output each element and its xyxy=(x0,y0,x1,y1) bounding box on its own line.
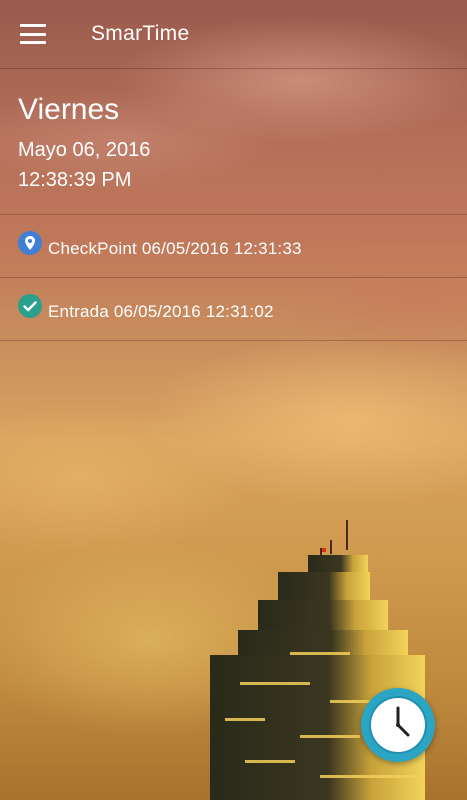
location-pin-icon xyxy=(18,231,42,255)
clock-icon xyxy=(369,696,427,754)
hamburger-menu-icon[interactable] xyxy=(20,24,46,44)
app-title: SmarTime xyxy=(91,22,190,45)
current-time: 12:38:39 PM xyxy=(18,169,132,191)
current-date: Mayo 06, 2016 xyxy=(18,139,151,161)
checkmark-icon xyxy=(18,294,42,318)
log-entry-text: CheckPoint 06/05/2016 12:31:33 xyxy=(48,239,302,258)
day-name: Viernes xyxy=(18,93,120,126)
current-datetime-panel: Viernes Mayo 06, 2016 12:38:39 PM xyxy=(0,69,467,215)
log-entry-entrada[interactable]: Entrada 06/05/2016 12:31:02 xyxy=(0,278,467,341)
log-entry-text: Entrada 06/05/2016 12:31:02 xyxy=(48,302,274,321)
app-bar: SmarTime xyxy=(0,0,467,69)
clock-fab-button[interactable] xyxy=(361,688,435,762)
screen: SmarTime Viernes Mayo 06, 2016 12:38:39 … xyxy=(0,0,467,800)
log-entry-checkpoint[interactable]: CheckPoint 06/05/2016 12:31:33 xyxy=(0,215,467,278)
